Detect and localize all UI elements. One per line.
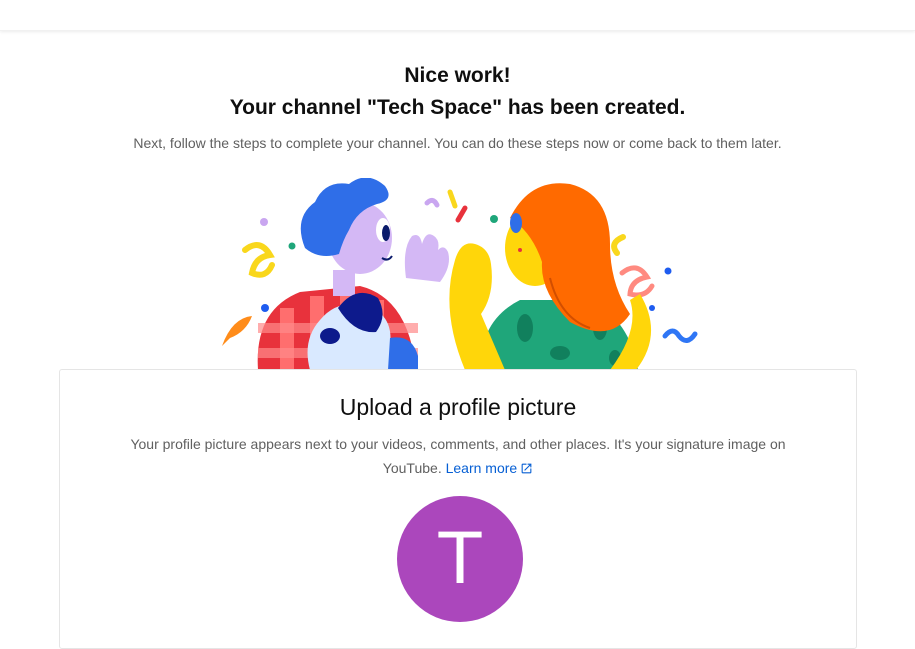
avatar[interactable]: T <box>397 496 523 622</box>
card-title: Upload a profile picture <box>339 394 577 420</box>
celebration-illustration <box>210 178 710 370</box>
top-bar <box>0 0 915 31</box>
channel-created-heading: Your channel "Tech Space" has been creat… <box>229 96 686 119</box>
learn-more-label: Learn more <box>445 460 518 476</box>
card-description: Your profile picture appears next to you… <box>130 432 786 482</box>
external-link-icon <box>520 458 533 482</box>
success-heading: Nice work! <box>404 64 511 87</box>
upload-profile-picture-card: Upload a profile picture Your profile pi… <box>59 369 857 649</box>
next-steps-text: Next, follow the steps to complete your … <box>133 135 782 151</box>
learn-more-link[interactable]: Learn more <box>446 460 534 476</box>
